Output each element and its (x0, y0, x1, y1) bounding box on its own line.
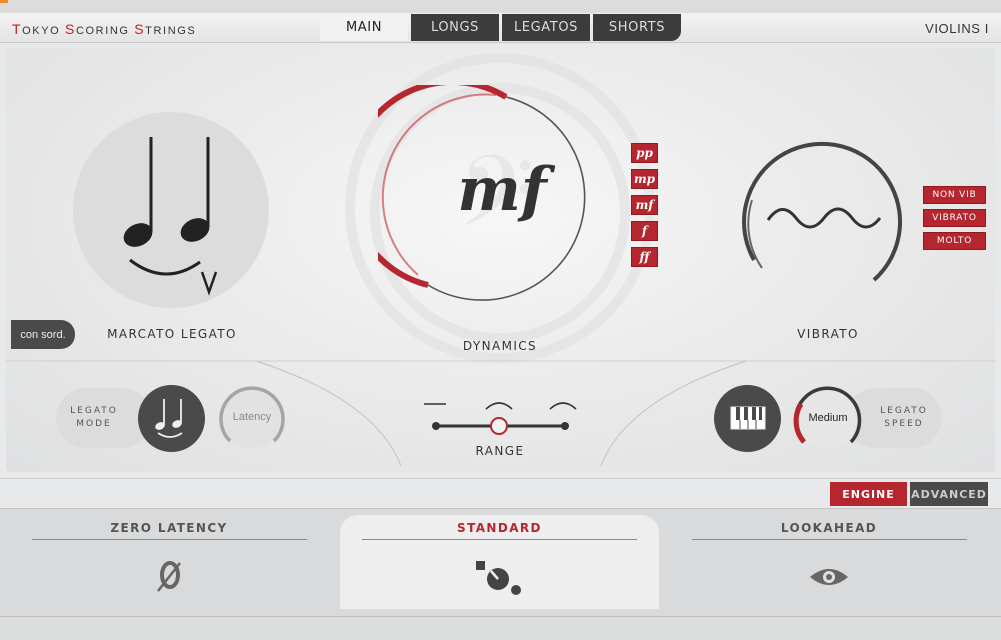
vibrato-label: VIBRATO (797, 327, 859, 341)
piano-icon (730, 406, 766, 430)
mode-zero-latency[interactable]: ZERO LATENCY (30, 515, 308, 609)
dynamics-value: mf (457, 155, 547, 225)
main-tabs: MAIN LONGS LEGATOS SHORTS (320, 14, 684, 41)
speed-knob-label: Medium (808, 412, 848, 424)
tab-main[interactable]: MAIN (320, 14, 408, 41)
dynamics-mp-button[interactable]: mp (631, 169, 658, 189)
con-sord-button[interactable]: con sord. (11, 320, 75, 349)
header-bar: TOKYO SCORING STRINGS MAIN LONGS LEGATOS… (0, 13, 1001, 43)
vibrato-dial[interactable] (734, 130, 920, 310)
eye-icon (810, 569, 848, 585)
articulation-label: MARCATO LEGATO (107, 327, 237, 341)
molto-button[interactable]: MOLTO (923, 232, 986, 250)
engine-tab[interactable]: ENGINE (830, 482, 907, 506)
advanced-tab[interactable]: ADVANCED (910, 482, 988, 506)
zero-latency-icon (157, 561, 181, 592)
tab-legatos[interactable]: LEGATOS (502, 14, 590, 41)
latency-knob-label: Latency (232, 411, 272, 423)
tab-shorts[interactable]: SHORTS (593, 14, 681, 41)
instrument-name: VIOLINS I (925, 21, 989, 36)
legato-speed-label: LEGATO SPEED (880, 406, 928, 429)
accent-mark (0, 0, 8, 3)
legato-notes-icon (123, 137, 218, 296)
dynamics-ff-button[interactable]: ff (631, 247, 658, 267)
legato-mode-label: LEGATO MODE (70, 406, 118, 429)
standard-dial-icon (476, 561, 521, 595)
dynamics-label: DYNAMICS (462, 339, 538, 353)
non-vib-button[interactable]: NON VIB (923, 186, 986, 204)
title-strip (0, 0, 1001, 13)
mode-standard[interactable]: STANDARD (340, 515, 659, 609)
mode-lookahead[interactable]: LOOKAHEAD (690, 515, 968, 609)
dynamics-f-button[interactable]: f (631, 221, 658, 241)
engine-bar: ENGINE ADVANCED (0, 478, 1001, 508)
vibrato-button[interactable]: VIBRATO (923, 209, 986, 227)
brand-logo: TOKYO SCORING STRINGS (12, 21, 197, 37)
footer-strip (0, 616, 1001, 640)
dynamics-mf-button[interactable]: mf (631, 195, 658, 215)
range-slider[interactable] (420, 394, 582, 436)
range-label: RANGE (475, 444, 525, 458)
tab-longs[interactable]: LONGS (411, 14, 499, 41)
dynamics-pp-button[interactable]: pp (631, 143, 658, 163)
legato-notes-small-icon (155, 399, 183, 438)
